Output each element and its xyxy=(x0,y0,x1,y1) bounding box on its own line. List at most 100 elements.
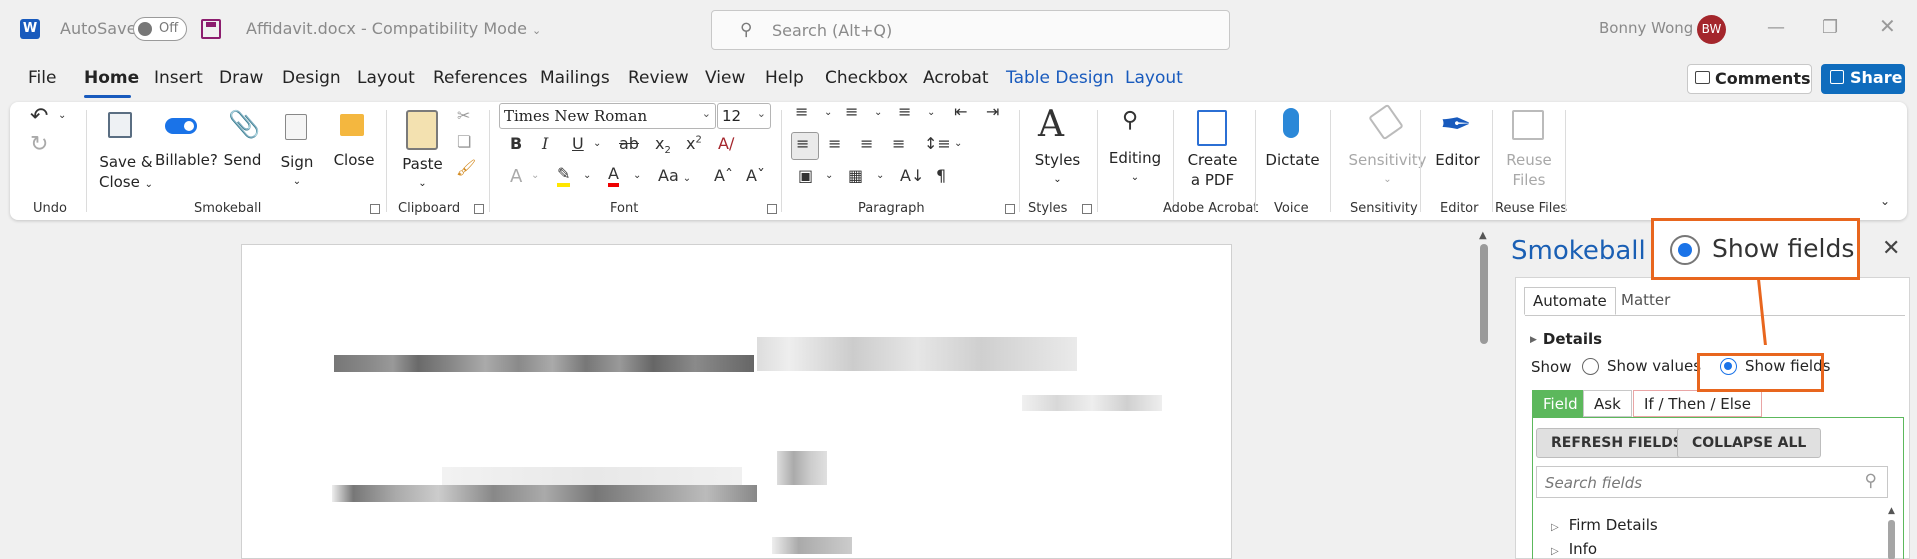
document-page[interactable] xyxy=(241,244,1232,559)
save-icon[interactable] xyxy=(201,19,221,39)
create-pdf-button[interactable]: Create a PDF xyxy=(1180,150,1245,190)
undo-icon[interactable]: ↶ xyxy=(30,104,48,129)
refresh-fields-button[interactable]: REFRESH FIELDS xyxy=(1536,428,1698,458)
fields-search-input[interactable]: Search fields ⚲ xyxy=(1536,466,1888,498)
increase-indent-icon[interactable]: ⇥ xyxy=(986,102,999,121)
shrink-font-icon[interactable]: Aˇ xyxy=(746,166,765,185)
bold-icon[interactable]: B xyxy=(510,134,522,153)
save-close-button[interactable]: Save & Close ⌄ xyxy=(96,152,156,195)
send-button[interactable]: Send xyxy=(220,150,265,170)
share-button[interactable]: Share xyxy=(1821,64,1905,94)
bullets-dropdown-icon[interactable]: ⌄ xyxy=(824,107,832,118)
format-painter-icon[interactable]: 🖌 xyxy=(456,158,476,177)
restore-icon[interactable]: ❐ xyxy=(1822,17,1838,38)
close-icon[interactable]: ✕ xyxy=(1879,14,1896,38)
dialog-launcher-icon[interactable] xyxy=(370,204,380,214)
scrollbar-thumb[interactable] xyxy=(1888,520,1895,559)
search-input[interactable]: ⚲ Search (Alt+Q) xyxy=(711,10,1230,50)
align-right-icon[interactable]: ≡ xyxy=(860,134,873,153)
tab-view[interactable]: View xyxy=(705,68,745,88)
font-name-select[interactable]: Times New Roman ⌄ xyxy=(499,103,716,129)
comments-button[interactable]: Comments xyxy=(1687,64,1812,94)
user-name[interactable]: Bonny Wong xyxy=(1599,19,1693,37)
tab-matter[interactable]: Matter xyxy=(1613,287,1678,315)
cut-icon[interactable]: ✂ xyxy=(457,106,470,125)
dictate-button[interactable]: Dictate xyxy=(1265,150,1320,170)
sort-icon[interactable]: A↓ xyxy=(900,166,924,185)
highlight-icon[interactable]: ✎ xyxy=(557,164,571,187)
dialog-launcher-icon[interactable] xyxy=(474,204,484,214)
multilevel-list-icon[interactable]: ≡ xyxy=(898,102,911,121)
show-values-label[interactable]: Show values xyxy=(1607,357,1701,375)
text-effects-icon[interactable]: A xyxy=(510,166,522,187)
multilevel-dropdown-icon[interactable]: ⌄ xyxy=(927,107,935,118)
paste-button[interactable]: Paste ⌄ xyxy=(400,154,445,194)
numbering-icon[interactable]: ≡ xyxy=(845,102,858,121)
font-color-dropdown-icon[interactable]: ⌄ xyxy=(633,170,641,181)
numbering-dropdown-icon[interactable]: ⌄ xyxy=(874,107,882,118)
underline-dropdown-icon[interactable]: ⌄ xyxy=(593,138,601,149)
decrease-indent-icon[interactable]: ⇤ xyxy=(954,102,967,121)
sign-button[interactable]: Sign ⌄ xyxy=(276,152,318,192)
subscript-icon[interactable]: x2 xyxy=(655,134,671,156)
billable-button[interactable]: Billable? xyxy=(155,150,218,170)
redo-icon[interactable]: ↻ xyxy=(30,132,48,157)
collapse-ribbon-icon[interactable]: ⌄ xyxy=(1880,194,1890,208)
scrollbar-thumb[interactable] xyxy=(1480,244,1488,344)
tab-insert[interactable]: Insert xyxy=(154,68,203,88)
smokeball-close-button[interactable]: Close xyxy=(332,150,376,170)
document-title[interactable]: Affidavit.docx - Compatibility Mode ⌄ xyxy=(246,19,541,38)
tab-references[interactable]: References xyxy=(433,68,527,88)
autosave-toggle[interactable]: Off xyxy=(133,17,187,41)
copy-icon[interactable]: ❏ xyxy=(457,132,471,151)
tab-checkbox[interactable]: Checkbox xyxy=(825,68,908,88)
pane-close-icon[interactable]: ✕ xyxy=(1882,236,1900,261)
show-values-radio[interactable] xyxy=(1582,358,1599,375)
underline-icon[interactable]: U xyxy=(572,134,584,153)
tab-draw[interactable]: Draw xyxy=(219,68,263,88)
minimize-icon[interactable]: — xyxy=(1767,17,1785,38)
avatar[interactable]: BW xyxy=(1697,15,1726,44)
reuse-files-button[interactable]: Reuse Files xyxy=(1500,150,1558,190)
tree-item-info[interactable]: ▷ Info xyxy=(1551,540,1597,558)
pilcrow-icon[interactable]: ¶ xyxy=(936,166,946,185)
clear-formatting-icon[interactable]: A∕ xyxy=(718,134,734,153)
borders-icon[interactable]: ▦ xyxy=(848,166,863,185)
tab-field[interactable]: Field xyxy=(1532,390,1589,417)
tab-table-layout[interactable]: Layout xyxy=(1125,68,1183,88)
details-toggle[interactable]: ▶ Details xyxy=(1530,330,1602,348)
tab-ask[interactable]: Ask xyxy=(1583,390,1632,417)
tab-if-then-else[interactable]: If / Then / Else xyxy=(1633,390,1762,417)
styles-button[interactable]: Styles ⌄ xyxy=(1030,150,1085,190)
change-case-icon[interactable]: Aa ⌄ xyxy=(658,166,691,185)
tab-layout[interactable]: Layout xyxy=(357,68,415,88)
scroll-up-icon[interactable]: ▲ xyxy=(1888,506,1895,516)
collapse-all-button[interactable]: COLLAPSE ALL xyxy=(1677,428,1822,458)
dialog-launcher-icon[interactable] xyxy=(767,204,777,214)
fields-scrollbar[interactable]: ▲ xyxy=(1885,506,1899,559)
tab-table-design[interactable]: Table Design xyxy=(1006,68,1114,88)
font-color-icon[interactable]: A xyxy=(608,164,619,187)
highlight-dropdown-icon[interactable]: ⌄ xyxy=(583,170,591,181)
tree-item-firm-details[interactable]: ▷ Firm Details xyxy=(1551,516,1658,534)
dialog-launcher-icon[interactable] xyxy=(1082,204,1092,214)
document-scrollbar[interactable]: ▲ xyxy=(1474,226,1494,559)
line-spacing-dropdown-icon[interactable]: ⌄ xyxy=(954,138,962,149)
tab-automate[interactable]: Automate xyxy=(1524,287,1616,315)
strikethrough-icon[interactable]: ab xyxy=(619,134,639,153)
tab-help[interactable]: Help xyxy=(765,68,804,88)
dialog-launcher-icon[interactable] xyxy=(1005,204,1015,214)
borders-dropdown-icon[interactable]: ⌄ xyxy=(876,170,884,181)
font-size-select[interactable]: 12 ⌄ xyxy=(717,103,771,129)
editor-button[interactable]: Editor xyxy=(1430,150,1485,170)
align-center-icon[interactable]: ≡ xyxy=(828,134,841,153)
tab-mailings[interactable]: Mailings xyxy=(540,68,610,88)
tab-acrobat[interactable]: Acrobat xyxy=(923,68,989,88)
tab-file[interactable]: File xyxy=(28,68,56,88)
text-effects-dropdown-icon[interactable]: ⌄ xyxy=(531,170,539,181)
undo-dropdown-icon[interactable]: ⌄ xyxy=(58,110,66,121)
tab-home[interactable]: Home xyxy=(84,68,139,88)
scroll-up-icon[interactable]: ▲ xyxy=(1479,230,1487,241)
tab-design[interactable]: Design xyxy=(282,68,341,88)
italic-icon[interactable]: I xyxy=(542,134,548,153)
